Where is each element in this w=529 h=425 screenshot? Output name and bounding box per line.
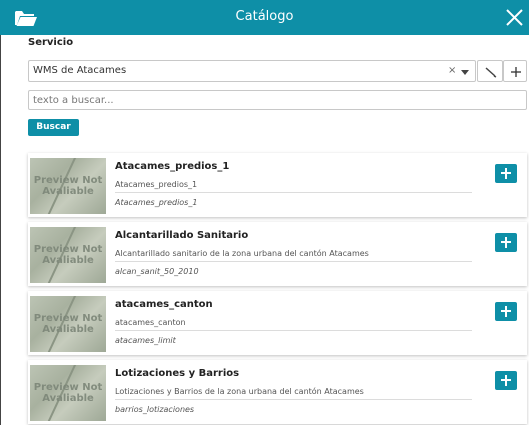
plus-icon-bar	[501, 241, 511, 243]
record-item: Preview Not Avaliable Atacames_predios_1…	[28, 153, 527, 217]
record-description: Atacames_predios_1	[115, 180, 472, 193]
panel-left-border	[0, 35, 1, 425]
preview-thumbnail: Preview Not Avaliable	[30, 296, 106, 352]
dialog-title: Catálogo	[235, 9, 294, 24]
clear-selection-icon[interactable]: ×	[448, 65, 456, 76]
preview-placeholder-text: Preview Not Avaliable	[33, 313, 103, 335]
preview-placeholder-text: Preview Not Avaliable	[33, 382, 103, 404]
add-layer-button[interactable]	[495, 302, 517, 321]
plus-icon-bar	[501, 310, 511, 312]
chevron-down-icon[interactable]	[461, 70, 469, 75]
record-item: Preview Not Avaliable Lotizaciones y Bar…	[28, 360, 527, 424]
record-title: Atacames_predios_1	[115, 161, 230, 172]
record-description: Alcantarillado sanitario de la zona urba…	[115, 249, 472, 262]
plus-icon-bar	[501, 379, 511, 381]
plus-icon	[511, 67, 521, 77]
preview-thumbnail: Preview Not Avaliable	[30, 158, 106, 214]
record-identifier: Atacames_predios_1	[115, 198, 198, 207]
add-layer-button[interactable]	[495, 233, 517, 252]
record-description: Lotizaciones y Barrios de la zona urbana…	[115, 387, 472, 400]
record-identifier: atacames_limit	[115, 336, 176, 345]
preview-thumbnail: Preview Not Avaliable	[30, 365, 106, 421]
record-item: Preview Not Avaliable atacames_canton at…	[28, 291, 527, 355]
record-title: atacames_canton	[115, 299, 213, 310]
add-service-button[interactable]	[503, 60, 527, 82]
service-selected-value: WMS de Atacames	[33, 65, 127, 76]
record-identifier: barrios_lotizaciones	[115, 405, 195, 414]
preview-placeholder-text: Preview Not Avaliable	[33, 175, 103, 197]
record-item: Preview Not Avaliable Alcantarillado San…	[28, 222, 527, 286]
pencil-icon	[485, 67, 497, 78]
add-layer-button[interactable]	[495, 371, 517, 390]
record-description: atacames_canton	[115, 318, 472, 331]
record-identifier: alcan_sanit_50_2010	[115, 267, 199, 276]
close-icon[interactable]	[505, 8, 524, 27]
title-bar: Catálogo	[0, 0, 529, 35]
search-input[interactable]	[28, 90, 527, 110]
preview-thumbnail: Preview Not Avaliable	[30, 227, 106, 283]
preview-placeholder-text: Preview Not Avaliable	[33, 244, 103, 266]
service-label: Servicio	[28, 37, 74, 48]
search-button[interactable]: Buscar	[28, 119, 79, 136]
edit-service-button[interactable]	[477, 60, 503, 82]
add-layer-button[interactable]	[495, 164, 517, 183]
record-title: Lotizaciones y Barrios	[115, 368, 240, 379]
plus-icon-bar	[501, 172, 511, 174]
record-title: Alcantarillado Sanitario	[115, 230, 249, 241]
service-select[interactable]: WMS de Atacames ×	[28, 60, 476, 82]
